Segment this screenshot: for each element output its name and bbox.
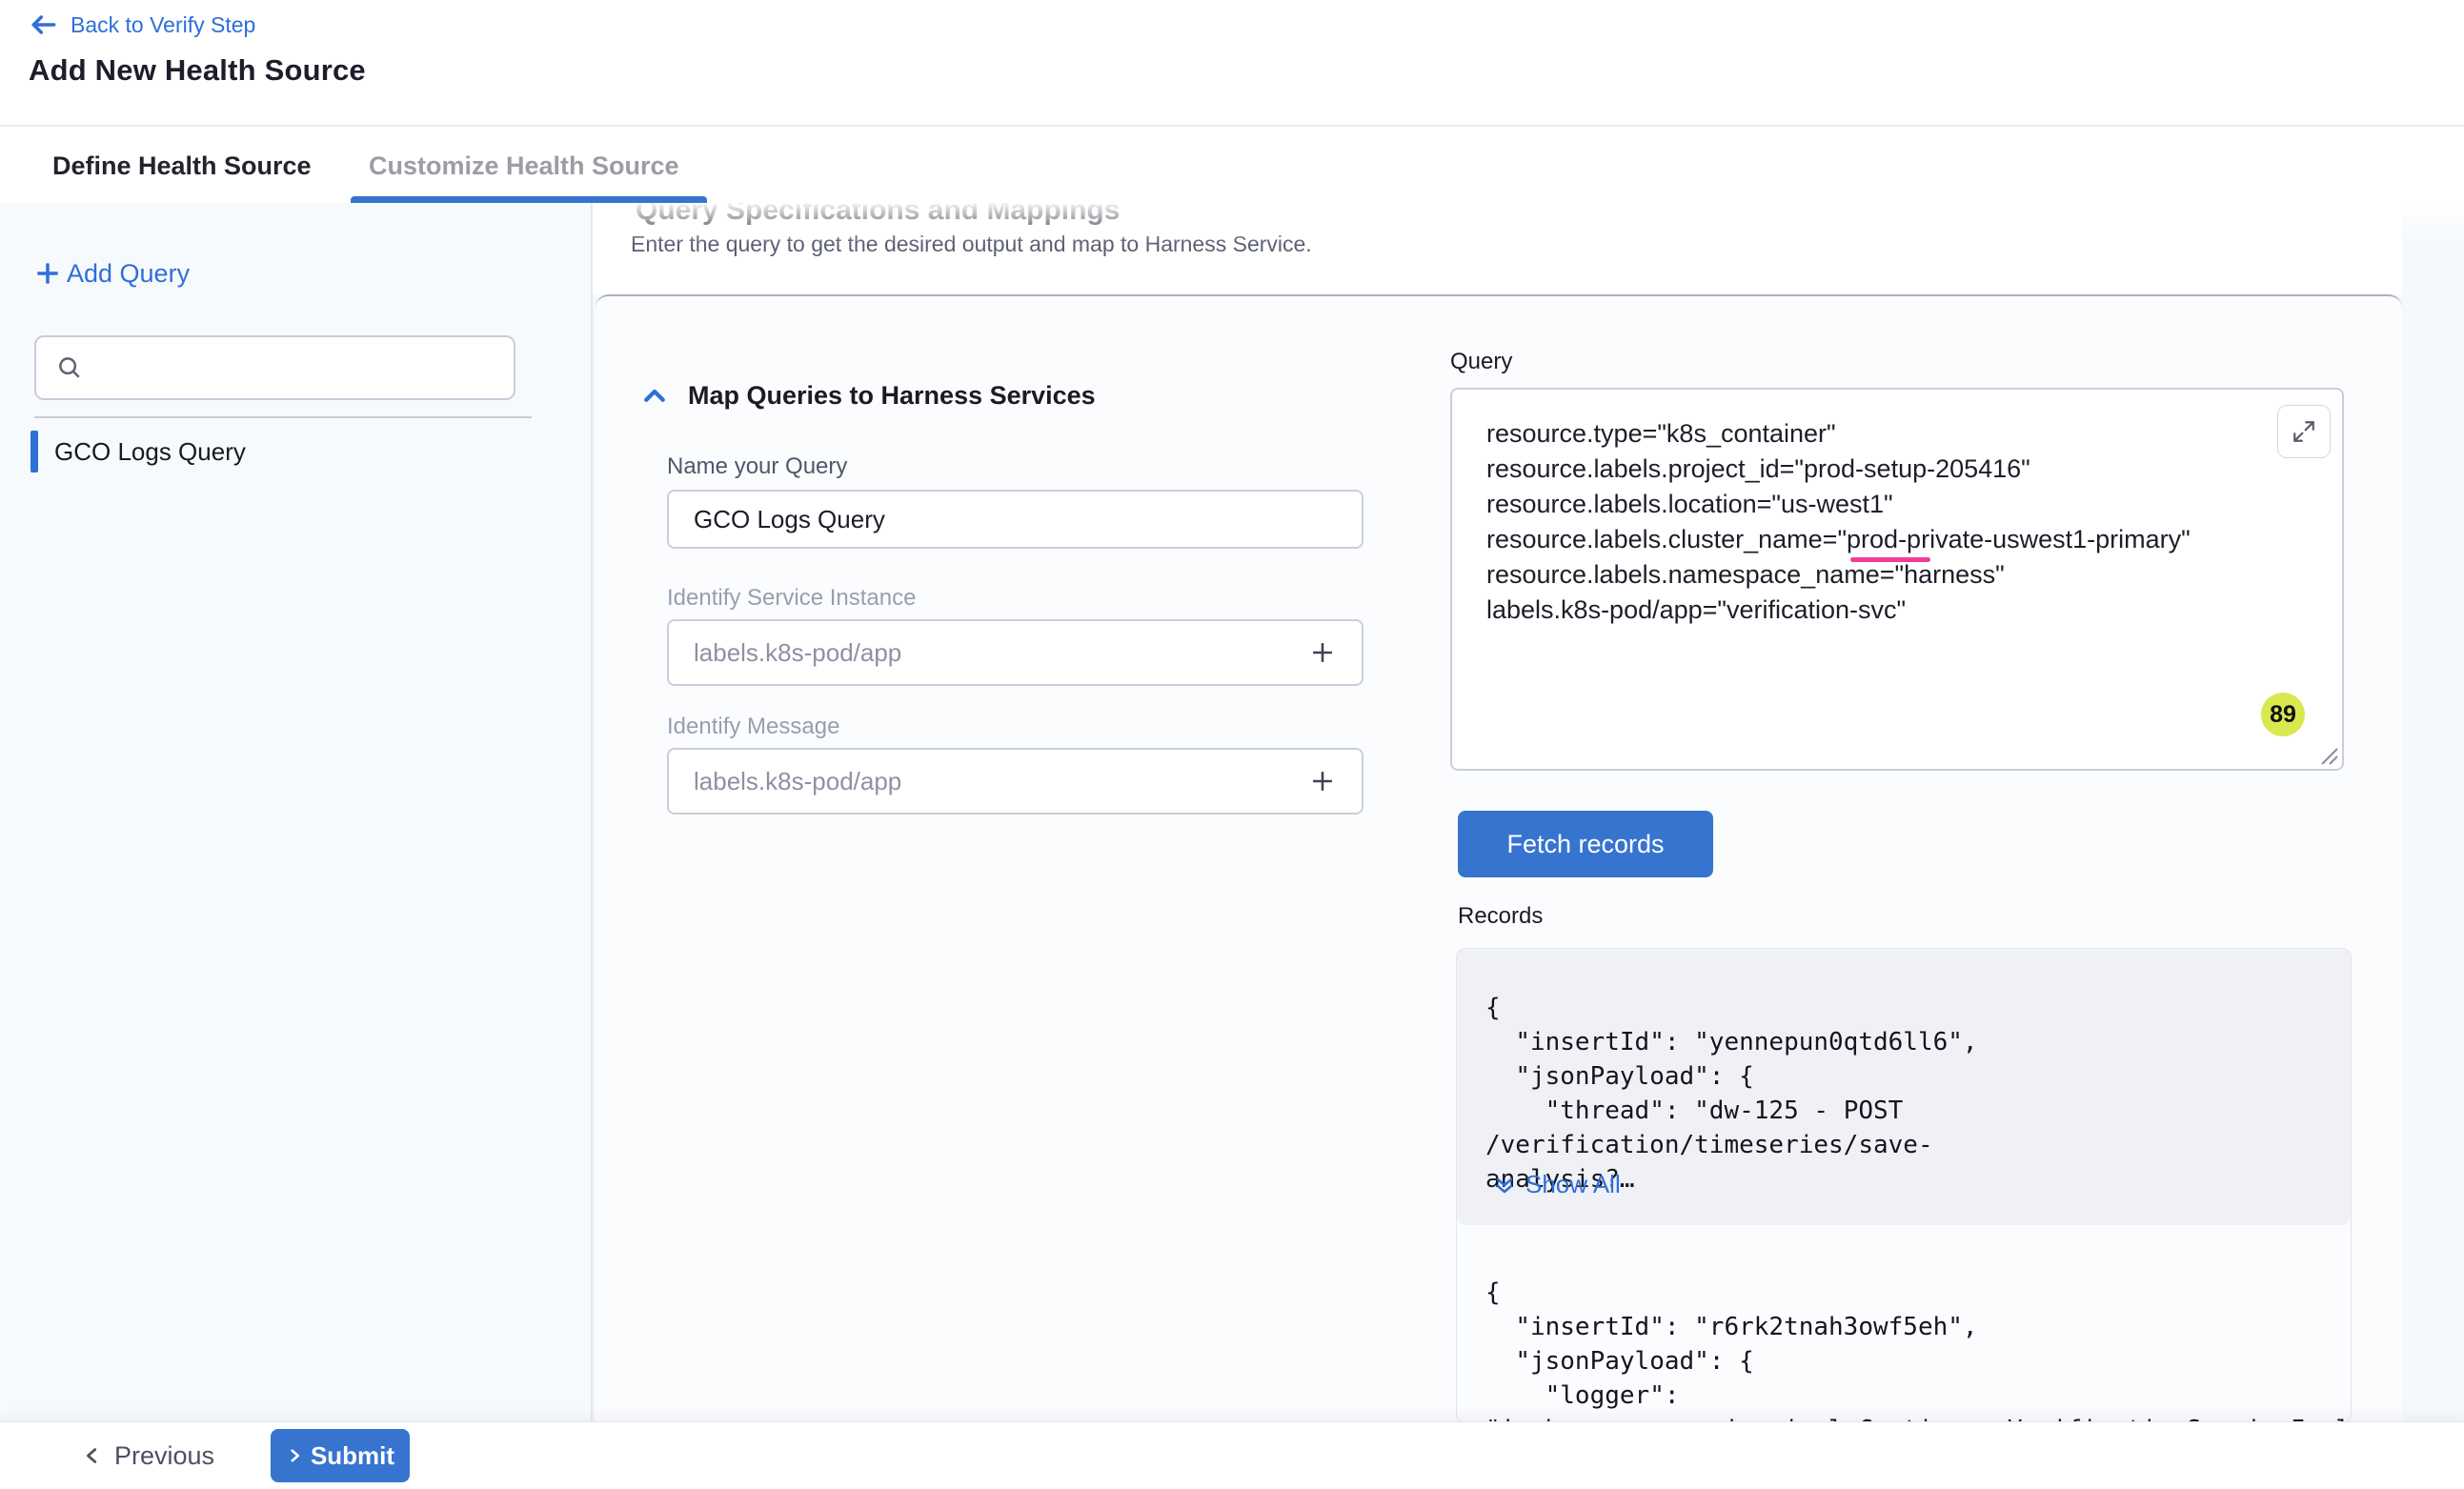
submit-label: Submit — [311, 1441, 394, 1471]
add-query-label: Add Query — [67, 259, 190, 289]
add-health-source-screen: Add Query GCO Logs Query Query Specifica… — [0, 0, 2464, 1488]
active-tab-indicator — [351, 196, 707, 203]
record-card: { "insertId": "r6rk2tnah3owf5eh", "jsonP… — [1457, 1258, 2351, 1423]
service-instance-placeholder: labels.k8s-pod/app — [694, 638, 901, 668]
query-textarea[interactable]: resource.type="k8s_container" resource.l… — [1450, 388, 2344, 771]
back-arrow-icon — [29, 10, 59, 40]
add-query-button[interactable]: Add Query — [32, 258, 190, 289]
section-subheading: Enter the query to get the desired outpu… — [631, 231, 1312, 257]
record-card: { "insertId": "yennepun0qtd6ll6", "jsonP… — [1457, 949, 2351, 1225]
previous-label: Previous — [114, 1441, 214, 1471]
identify-message-placeholder: labels.k8s-pod/app — [694, 767, 901, 796]
character-count-badge: 89 — [2261, 693, 2305, 736]
submit-button[interactable]: Submit — [271, 1429, 410, 1482]
fetch-records-button[interactable]: Fetch records — [1458, 811, 1713, 877]
main-area: Query Specifications and Mappings Enter … — [593, 203, 2464, 1421]
query-item-label: GCO Logs Query — [54, 437, 246, 467]
tab-define-health-source[interactable]: Define Health Source — [52, 127, 312, 205]
query-search-box[interactable] — [34, 335, 515, 400]
wizard-footer: Previous Submit — [0, 1421, 2464, 1488]
previous-button[interactable]: Previous — [82, 1422, 214, 1489]
identify-message-label: Identify Message — [667, 714, 839, 740]
show-all-link[interactable]: Show All — [1493, 1170, 1621, 1199]
add-service-instance-plus-icon[interactable] — [1306, 636, 1339, 669]
records-label: Records — [1458, 903, 1543, 930]
search-icon — [55, 353, 84, 382]
name-query-label: Name your Query — [667, 453, 847, 480]
record-json: { "insertId": "yennepun0qtd6ll6", "jsonP… — [1485, 991, 2324, 1197]
map-queries-section-header[interactable]: Map Queries to Harness Services — [640, 381, 1096, 411]
fullscreen-icon — [2292, 419, 2316, 444]
back-to-verify-step-link[interactable]: Back to Verify Step — [29, 10, 255, 40]
show-all-label: Show All — [1525, 1170, 1621, 1199]
selected-indicator — [30, 431, 38, 473]
query-name-value: GCO Logs Query — [694, 505, 885, 534]
page-title: Add New Health Source — [29, 53, 366, 88]
sidebar-item-gco-logs-query[interactable]: GCO Logs Query — [30, 431, 564, 473]
mapping-panel: Map Queries to Harness Services Name you… — [596, 294, 2402, 1421]
spellcheck-underline — [1850, 557, 1930, 562]
query-name-input[interactable]: GCO Logs Query — [667, 490, 1363, 549]
chevron-up-icon[interactable] — [640, 382, 669, 411]
records-container: { "insertId": "yennepun0qtd6ll6", "jsonP… — [1456, 948, 2352, 1423]
health-source-tabs: Define Health Source Customize Health So… — [0, 125, 2464, 203]
page-header: Back to Verify Step Add New Health Sourc… — [0, 0, 2464, 125]
search-input[interactable] — [97, 354, 478, 382]
service-instance-input[interactable]: labels.k8s-pod/app — [667, 619, 1363, 686]
double-chevron-down-icon — [1493, 1174, 1516, 1197]
query-text[interactable]: resource.type="k8s_container" resource.l… — [1486, 416, 2306, 628]
plus-icon — [32, 258, 63, 289]
query-label: Query — [1450, 349, 1512, 375]
query-sidebar: Add Query GCO Logs Query — [0, 203, 593, 1421]
identify-service-instance-label: Identify Service Instance — [667, 585, 916, 612]
sidebar-divider — [34, 416, 532, 418]
expand-query-button[interactable] — [2277, 405, 2331, 458]
map-queries-title: Map Queries to Harness Services — [688, 381, 1096, 411]
add-message-plus-icon[interactable] — [1306, 765, 1339, 797]
back-link-label: Back to Verify Step — [71, 12, 255, 38]
record-json: { "insertId": "r6rk2tnah3owf5eh", "jsonP… — [1485, 1276, 2324, 1423]
tab-customize-health-source[interactable]: Customize Health Source — [369, 127, 679, 205]
resize-handle-icon[interactable] — [2314, 741, 2339, 766]
chevron-right-icon — [286, 1447, 303, 1464]
content-area: Add Query GCO Logs Query Query Specifica… — [0, 203, 2464, 1421]
identify-message-input[interactable]: labels.k8s-pod/app — [667, 748, 1363, 815]
chevron-left-icon — [82, 1445, 103, 1466]
